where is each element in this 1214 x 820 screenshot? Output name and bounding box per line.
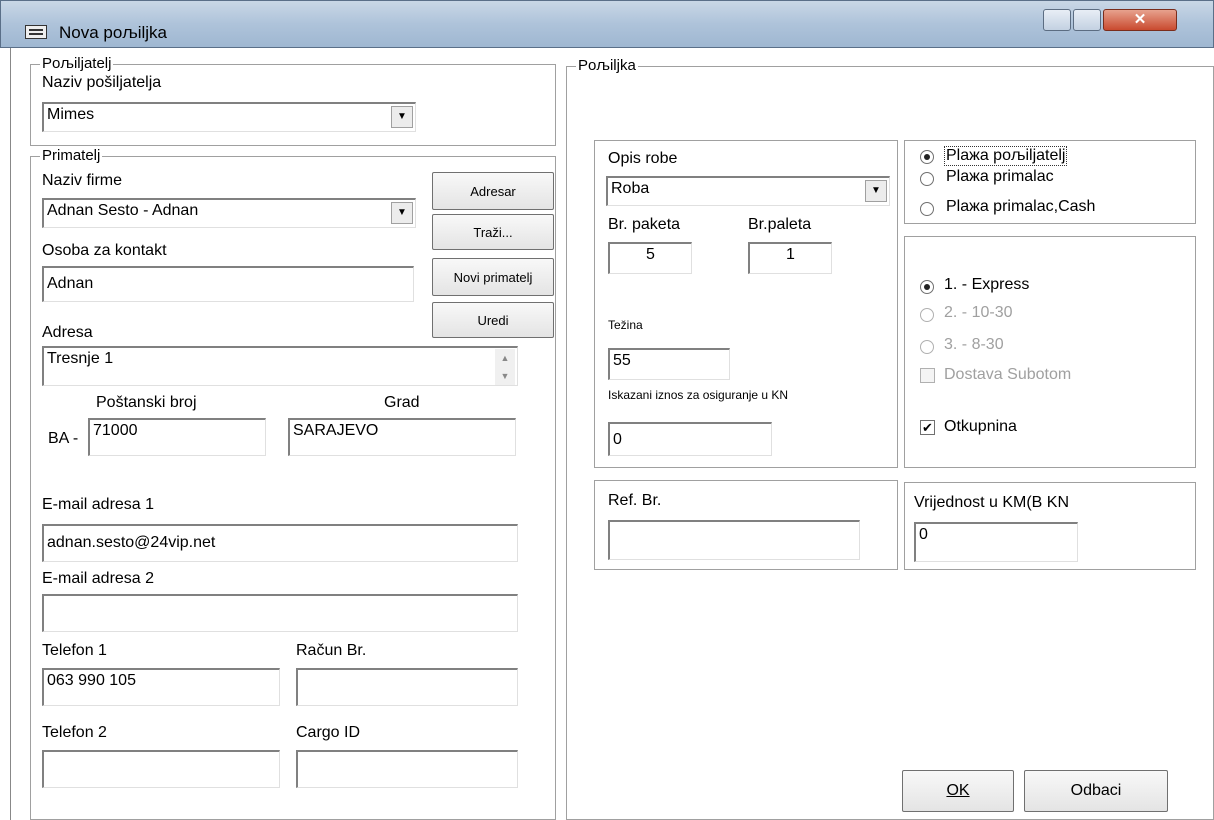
maximize-button[interactable]	[1073, 9, 1101, 31]
ref-field[interactable]	[608, 520, 860, 560]
service-830-radio[interactable]	[920, 340, 934, 354]
chevron-down-icon[interactable]: ▼	[865, 180, 887, 202]
chevron-down-icon[interactable]: ▼	[391, 202, 413, 224]
packages-field[interactable]: 5	[608, 242, 692, 274]
payment-cash-label: Plaжa primalac,Cash	[946, 198, 1096, 215]
payment-recipient-radio[interactable]	[920, 172, 934, 186]
email2-label: E-mail adresa 2	[42, 570, 155, 587]
window-icon	[25, 25, 47, 39]
recipient-group-legend: Primatelj	[40, 147, 103, 164]
pallets-label: Br.paleta	[748, 216, 812, 233]
insurance-field[interactable]: 0	[608, 422, 772, 456]
insurance-label: Iskazani iznos za osiguranje u KN	[608, 388, 789, 402]
packages-label: Br. paketa	[608, 216, 681, 233]
saturday-delivery-checkbox[interactable]	[920, 368, 935, 383]
pallets-field[interactable]: 1	[748, 242, 832, 274]
close-button[interactable]: ✕	[1103, 9, 1177, 31]
service-express-label: 1. - Express	[944, 276, 1030, 293]
title-bar: Nova poљiljka ✕	[0, 0, 1214, 48]
city-label: Grad	[384, 394, 420, 411]
sender-name-select[interactable]: Mimes ▼	[42, 102, 416, 132]
firm-label: Naziv firme	[42, 172, 123, 189]
contact-label: Osoba za kontakt	[42, 242, 167, 259]
cargo-field[interactable]	[296, 750, 518, 788]
adresar-button[interactable]: Adresar	[432, 172, 554, 210]
trazi-button[interactable]: Traži...	[432, 214, 554, 250]
cancel-button[interactable]: Odbaci	[1024, 770, 1168, 812]
email1-label: E-mail adresa 1	[42, 496, 155, 513]
sender-group-legend: Poљiljatelj	[40, 55, 114, 72]
saturday-delivery-label: Dostava Subotom	[944, 366, 1072, 383]
minimize-button[interactable]	[1043, 9, 1071, 31]
email2-field[interactable]	[42, 594, 518, 632]
chevron-down-icon[interactable]: ▼	[391, 106, 413, 128]
phone1-field[interactable]: 063 990 105	[42, 668, 280, 706]
email1-field[interactable]: adnan.sesto@24vip.net	[42, 524, 518, 562]
cargo-label: Cargo ID	[296, 724, 361, 741]
ok-label: OK	[946, 782, 970, 799]
contact-field[interactable]: Adnan	[42, 266, 414, 302]
phone2-field[interactable]	[42, 750, 280, 788]
payment-sender-radio[interactable]	[920, 150, 934, 164]
goods-desc-select[interactable]: Roba ▼	[606, 176, 890, 206]
phone2-label: Telefon 2	[42, 724, 107, 741]
goods-desc-value: Roba	[611, 180, 650, 197]
window-title: Nova poљiljka	[59, 23, 168, 42]
service-1030-radio[interactable]	[920, 308, 934, 322]
firm-select[interactable]: Adnan Sesto - Adnan ▼	[42, 198, 416, 228]
postal-label: Poštanski broj	[96, 394, 197, 411]
phone1-label: Telefon 1	[42, 642, 107, 659]
weight-field[interactable]: 55	[608, 348, 730, 380]
payment-recipient-label: Plaжa primalac	[946, 168, 1054, 185]
firm-value: Adnan Sesto - Adnan	[47, 202, 199, 219]
service-830-label: 3. - 8-30	[944, 336, 1004, 353]
weight-label: Težina	[608, 318, 643, 332]
cod-label: Otkupnina	[944, 418, 1017, 435]
payment-cash-radio[interactable]	[920, 202, 934, 216]
cod-checkbox[interactable]: ✔	[920, 420, 935, 435]
address-label: Adresa	[42, 324, 93, 341]
edit-button[interactable]: Uredi	[432, 302, 554, 338]
invoice-label: Račun Br.	[296, 642, 367, 659]
service-express-radio[interactable]	[920, 280, 934, 294]
city-field[interactable]: SARAJEVO	[288, 418, 516, 456]
address-field[interactable]: Tresnje 1	[42, 346, 518, 386]
goods-desc-label: Opis robe	[608, 150, 678, 167]
ok-button[interactable]: OK	[902, 770, 1014, 812]
invoice-field[interactable]	[296, 668, 518, 706]
address-scrollbar[interactable]: ▲ ▼	[495, 349, 515, 385]
cancel-label: Odbaci	[1070, 782, 1122, 799]
sender-name-label: Naziv pošiljatelja	[42, 74, 162, 91]
value-field[interactable]: 0	[914, 522, 1078, 562]
postal-field[interactable]: 71000	[88, 418, 266, 456]
shipment-group-legend: Poљiljka	[576, 57, 638, 74]
sender-name-value: Mimes	[47, 106, 95, 123]
ref-label: Ref. Br.	[608, 492, 662, 509]
service-1030-label: 2. - 10-30	[944, 304, 1013, 321]
value-label: Vrijednost u KM(B KN	[914, 494, 1070, 511]
new-recipient-button[interactable]: Novi primatelj	[432, 258, 554, 296]
country-prefix: BA -	[48, 430, 79, 447]
payment-sender-label: Plaжa poљiljatelj	[944, 146, 1068, 166]
